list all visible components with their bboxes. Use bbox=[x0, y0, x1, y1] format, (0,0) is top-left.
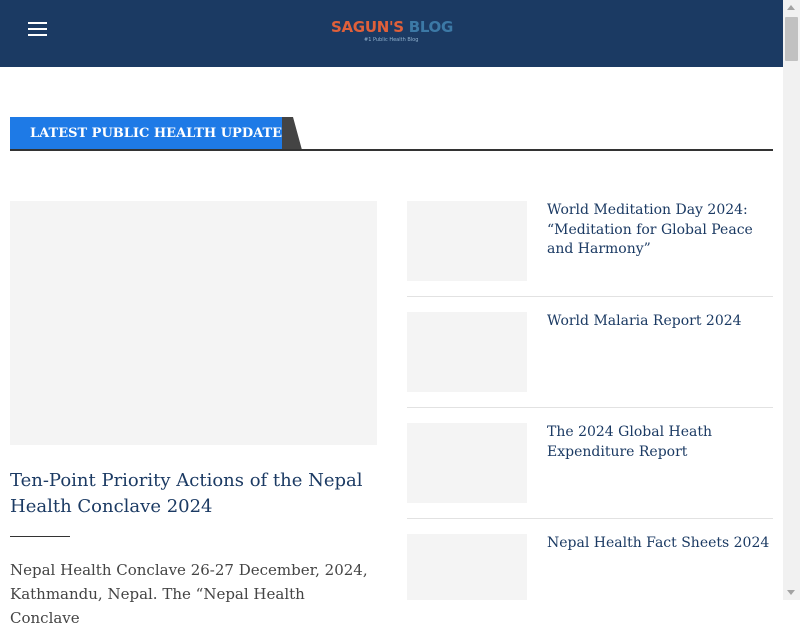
featured-article-title[interactable]: Ten-Point Priority Actions of the Nepal … bbox=[10, 468, 377, 520]
logo-text-primary: SAGUN'S bbox=[331, 18, 404, 36]
logo-text-secondary: BLOG bbox=[408, 18, 454, 36]
side-post-item[interactable]: World Malaria Report 2024 bbox=[407, 312, 773, 392]
site-header: SAGUN'S BLOG #1 Public Health Blog bbox=[0, 0, 783, 67]
vertical-scrollbar[interactable] bbox=[783, 0, 800, 600]
section-title: LATEST PUBLIC HEALTH UPDATE bbox=[10, 117, 282, 150]
side-post-title[interactable]: World Meditation Day 2024: “Meditation f… bbox=[547, 201, 773, 260]
side-post-thumbnail[interactable] bbox=[407, 423, 527, 503]
featured-title-divider bbox=[10, 536, 70, 537]
hamburger-menu-icon[interactable] bbox=[28, 21, 48, 37]
side-post-title[interactable]: Nepal Health Fact Sheets 2024 bbox=[547, 534, 773, 554]
scroll-down-arrow-icon[interactable] bbox=[787, 590, 795, 595]
scrollbar-thumb[interactable] bbox=[785, 17, 798, 61]
side-post-divider bbox=[407, 296, 773, 297]
logo-tagline: #1 Public Health Blog bbox=[364, 37, 419, 43]
side-post-item[interactable]: World Meditation Day 2024: “Meditation f… bbox=[407, 201, 773, 281]
section-tab-corner bbox=[282, 117, 302, 150]
featured-article-image[interactable] bbox=[10, 201, 377, 445]
side-post-item[interactable]: The 2024 Global Heath Expenditure Report bbox=[407, 423, 773, 503]
side-post-thumbnail[interactable] bbox=[407, 312, 527, 392]
section-underline bbox=[10, 149, 773, 151]
side-post-divider bbox=[407, 407, 773, 408]
site-logo[interactable]: SAGUN'S BLOG #1 Public Health Blog bbox=[331, 17, 456, 47]
scroll-up-arrow-icon[interactable] bbox=[787, 5, 795, 10]
side-post-title[interactable]: The 2024 Global Heath Expenditure Report bbox=[547, 423, 773, 462]
featured-article-excerpt: Nepal Health Conclave 26-27 December, 20… bbox=[10, 561, 368, 627]
section-heading: LATEST PUBLIC HEALTH UPDATE bbox=[10, 117, 773, 151]
side-post-divider bbox=[407, 518, 773, 519]
side-post-title[interactable]: World Malaria Report 2024 bbox=[547, 312, 773, 332]
side-post-thumbnail[interactable] bbox=[407, 201, 527, 281]
side-post-item[interactable]: Nepal Health Fact Sheets 2024 bbox=[407, 534, 773, 600]
side-post-thumbnail[interactable] bbox=[407, 534, 527, 600]
